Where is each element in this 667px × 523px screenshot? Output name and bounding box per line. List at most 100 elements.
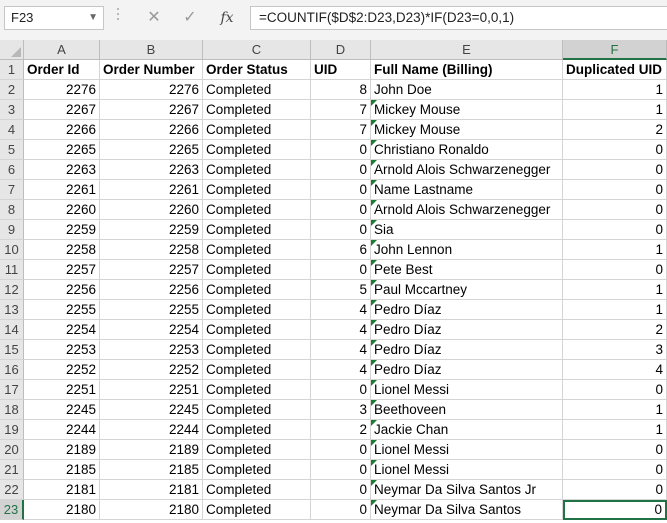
row-header[interactable]: 14 — [0, 320, 24, 340]
order-number-cell[interactable]: 2253 — [100, 340, 203, 360]
order-status-cell[interactable]: Completed — [203, 200, 311, 220]
order-id-cell[interactable]: 2256 — [24, 280, 100, 300]
order-id-cell[interactable]: 2244 — [24, 420, 100, 440]
error-indicator-icon[interactable] — [371, 400, 377, 406]
error-indicator-icon[interactable] — [371, 480, 377, 486]
uid-cell[interactable]: 0 — [311, 220, 371, 240]
order-status-cell[interactable]: Completed — [203, 220, 311, 240]
order-status-cell[interactable]: Completed — [203, 420, 311, 440]
select-all-button[interactable] — [0, 40, 24, 60]
column-header-b[interactable]: B — [100, 40, 203, 60]
error-indicator-icon[interactable] — [371, 380, 377, 386]
full-name-cell[interactable]: Pedro Díaz — [371, 360, 563, 380]
uid-cell[interactable]: 0 — [311, 160, 371, 180]
order-status-cell[interactable]: Completed — [203, 400, 311, 420]
full-name-cell[interactable]: Jackie Chan — [371, 420, 563, 440]
error-indicator-icon[interactable] — [371, 100, 377, 106]
uid-cell[interactable]: 0 — [311, 500, 371, 520]
row-header[interactable]: 1 — [0, 60, 24, 80]
uid-cell[interactable]: 3 — [311, 400, 371, 420]
row-header[interactable]: 11 — [0, 260, 24, 280]
formula-input[interactable]: =COUNTIF($D$2:D23,D23)*IF(D23=0,0,1) — [250, 6, 667, 30]
order-status-cell[interactable]: Completed — [203, 320, 311, 340]
uid-cell[interactable]: 2 — [311, 420, 371, 440]
full-name-cell[interactable]: Lionel Messi — [371, 440, 563, 460]
duplicated-uid-cell[interactable]: 2 — [563, 320, 667, 340]
order-id-cell[interactable]: 2259 — [24, 220, 100, 240]
error-indicator-icon[interactable] — [371, 180, 377, 186]
duplicated-uid-cell[interactable]: 0 — [563, 440, 667, 460]
header-cell-duplicated-uid[interactable]: Duplicated UID — [563, 60, 667, 80]
row-header[interactable]: 2 — [0, 80, 24, 100]
order-id-cell[interactable]: 2265 — [24, 140, 100, 160]
uid-cell[interactable]: 0 — [311, 180, 371, 200]
duplicated-uid-cell[interactable]: 1 — [563, 100, 667, 120]
error-indicator-icon[interactable] — [371, 340, 377, 346]
order-number-cell[interactable]: 2256 — [100, 280, 203, 300]
order-status-cell[interactable]: Completed — [203, 80, 311, 100]
header-cell-full-name[interactable]: Full Name (Billing) — [371, 60, 563, 80]
header-cell-order-id[interactable]: Order Id — [24, 60, 100, 80]
duplicated-uid-cell[interactable]: 4 — [563, 360, 667, 380]
uid-cell[interactable]: 4 — [311, 320, 371, 340]
error-indicator-icon[interactable] — [371, 300, 377, 306]
order-status-cell[interactable]: Completed — [203, 460, 311, 480]
full-name-cell[interactable]: Name Lastname — [371, 180, 563, 200]
duplicated-uid-cell[interactable]: 0 — [563, 160, 667, 180]
order-number-cell[interactable]: 2244 — [100, 420, 203, 440]
error-indicator-icon[interactable] — [371, 280, 377, 286]
uid-cell[interactable]: 8 — [311, 80, 371, 100]
order-number-cell[interactable]: 2252 — [100, 360, 203, 380]
full-name-cell[interactable]: Christiano Ronaldo — [371, 140, 563, 160]
error-indicator-icon[interactable] — [371, 240, 377, 246]
order-id-cell[interactable]: 2276 — [24, 80, 100, 100]
order-number-cell[interactable]: 2263 — [100, 160, 203, 180]
order-number-cell[interactable]: 2255 — [100, 300, 203, 320]
row-header[interactable]: 21 — [0, 460, 24, 480]
error-indicator-icon[interactable] — [371, 320, 377, 326]
row-header[interactable]: 8 — [0, 200, 24, 220]
error-indicator-icon[interactable] — [371, 420, 377, 426]
duplicated-uid-cell[interactable]: 3 — [563, 340, 667, 360]
order-status-cell[interactable]: Completed — [203, 280, 311, 300]
uid-cell[interactable]: 7 — [311, 120, 371, 140]
error-indicator-icon[interactable] — [371, 360, 377, 366]
duplicated-uid-cell[interactable]: 1 — [563, 80, 667, 100]
order-id-cell[interactable]: 2245 — [24, 400, 100, 420]
order-number-cell[interactable]: 2254 — [100, 320, 203, 340]
order-status-cell[interactable]: Completed — [203, 180, 311, 200]
order-id-cell[interactable]: 2266 — [24, 120, 100, 140]
duplicated-uid-cell[interactable]: 0 — [563, 180, 667, 200]
order-number-cell[interactable]: 2267 — [100, 100, 203, 120]
full-name-cell[interactable]: John Lennon — [371, 240, 563, 260]
order-status-cell[interactable]: Completed — [203, 120, 311, 140]
uid-cell[interactable]: 7 — [311, 100, 371, 120]
order-id-cell[interactable]: 2255 — [24, 300, 100, 320]
error-indicator-icon[interactable] — [371, 200, 377, 206]
order-status-cell[interactable]: Completed — [203, 300, 311, 320]
uid-cell[interactable]: 5 — [311, 280, 371, 300]
row-header[interactable]: 23 — [0, 500, 24, 520]
header-cell-order-number[interactable]: Order Number — [100, 60, 203, 80]
order-status-cell[interactable]: Completed — [203, 240, 311, 260]
order-id-cell[interactable]: 2267 — [24, 100, 100, 120]
order-id-cell[interactable]: 2253 — [24, 340, 100, 360]
row-header[interactable]: 4 — [0, 120, 24, 140]
order-status-cell[interactable]: Completed — [203, 100, 311, 120]
full-name-cell[interactable]: Pedro Díaz — [371, 320, 563, 340]
column-header-f[interactable]: F — [563, 40, 667, 60]
full-name-cell[interactable]: Sia — [371, 220, 563, 240]
order-number-cell[interactable]: 2180 — [100, 500, 203, 520]
uid-cell[interactable]: 0 — [311, 480, 371, 500]
order-number-cell[interactable]: 2185 — [100, 460, 203, 480]
duplicated-uid-cell[interactable]: 0 — [563, 460, 667, 480]
uid-cell[interactable]: 0 — [311, 260, 371, 280]
row-header[interactable]: 19 — [0, 420, 24, 440]
full-name-cell[interactable]: Lionel Messi — [371, 380, 563, 400]
error-indicator-icon[interactable] — [371, 460, 377, 466]
order-number-cell[interactable]: 2189 — [100, 440, 203, 460]
column-header-d[interactable]: D — [311, 40, 371, 60]
name-box[interactable]: F23 ▼ — [4, 6, 104, 30]
order-status-cell[interactable]: Completed — [203, 360, 311, 380]
duplicated-uid-cell[interactable]: 1 — [563, 300, 667, 320]
